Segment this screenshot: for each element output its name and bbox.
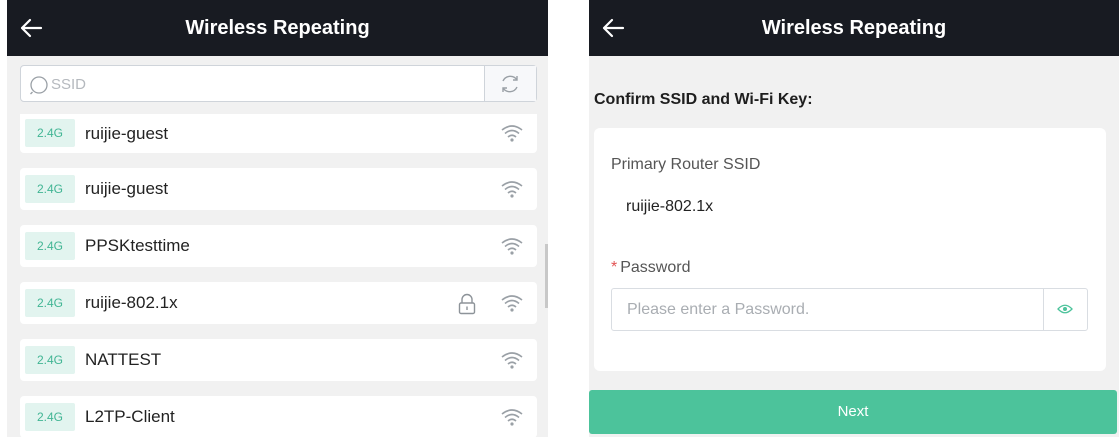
network-list: 2.4G ruijie-guest 2.4G ruijie-guest 2.4G… xyxy=(20,114,537,437)
band-badge: 2.4G xyxy=(25,232,75,260)
lock-icon xyxy=(458,293,476,315)
network-ssid: ruijie-guest xyxy=(85,124,169,143)
ssid-search-input[interactable] xyxy=(49,66,473,103)
network-row[interactable]: 2.4G L2TP-Client xyxy=(20,396,537,437)
wifi-icon xyxy=(501,295,523,312)
network-row[interactable]: 2.4G ruijie-802.1x xyxy=(20,282,537,324)
band-badge: 2.4G xyxy=(25,119,75,147)
network-row[interactable]: 2.4G ruijie-guest xyxy=(20,114,537,153)
network-ssid: ruijie-802.1x xyxy=(85,293,178,312)
next-button[interactable]: Next xyxy=(589,390,1117,434)
band-badge: 2.4G xyxy=(25,403,75,431)
confirm-ssid-screen: Wireless Repeating Confirm SSID and Wi-F… xyxy=(589,0,1119,437)
show-password-button[interactable] xyxy=(1043,289,1087,330)
search-icon xyxy=(30,76,48,95)
primary-ssid-label: Primary Router SSID xyxy=(611,156,761,173)
network-ssid: NATTEST xyxy=(85,350,162,369)
wifi-icon xyxy=(501,181,523,198)
eye-icon xyxy=(1057,304,1073,314)
network-row[interactable]: 2.4G PPSKtesttime xyxy=(20,225,537,267)
wifi-icon xyxy=(501,409,523,426)
network-row[interactable]: 2.4G ruijie-guest xyxy=(20,168,537,210)
band-badge: 2.4G xyxy=(25,346,75,374)
refresh-button[interactable] xyxy=(484,66,536,101)
network-ssid: ruijie-guest xyxy=(85,179,169,198)
wifi-icon xyxy=(501,125,523,142)
wifi-icon xyxy=(501,352,523,369)
page-title: Wireless Repeating xyxy=(761,17,947,39)
network-ssid: PPSKtesttime xyxy=(85,236,190,255)
password-input[interactable] xyxy=(612,289,1042,330)
band-badge: 2.4G xyxy=(25,175,75,203)
wifi-icon xyxy=(501,238,523,255)
network-ssid: L2TP-Client xyxy=(85,407,175,426)
network-list-screen: Wireless Repeating 2.4G ruijie-guest xyxy=(7,0,548,437)
password-field xyxy=(611,288,1088,331)
page-title: Wireless Repeating xyxy=(185,17,370,39)
password-label: Password xyxy=(620,259,691,276)
list-scrollbar[interactable] xyxy=(545,244,548,308)
header-bar: Wireless Repeating xyxy=(7,0,548,56)
ssid-search-bar xyxy=(20,65,537,103)
required-mark: * xyxy=(611,259,618,276)
band-badge: 2.4G xyxy=(25,289,75,317)
primary-ssid-value: ruijie-802.1x xyxy=(626,198,714,215)
refresh-icon xyxy=(502,75,518,93)
credentials-card: Primary Router SSID ruijie-802.1x * Passw… xyxy=(594,128,1106,371)
network-row[interactable]: 2.4G NATTEST xyxy=(20,339,537,381)
section-title: Confirm SSID and Wi-Fi Key: xyxy=(594,91,813,108)
password-label-row: * Password xyxy=(611,259,690,277)
header-bar: Wireless Repeating xyxy=(589,0,1119,56)
